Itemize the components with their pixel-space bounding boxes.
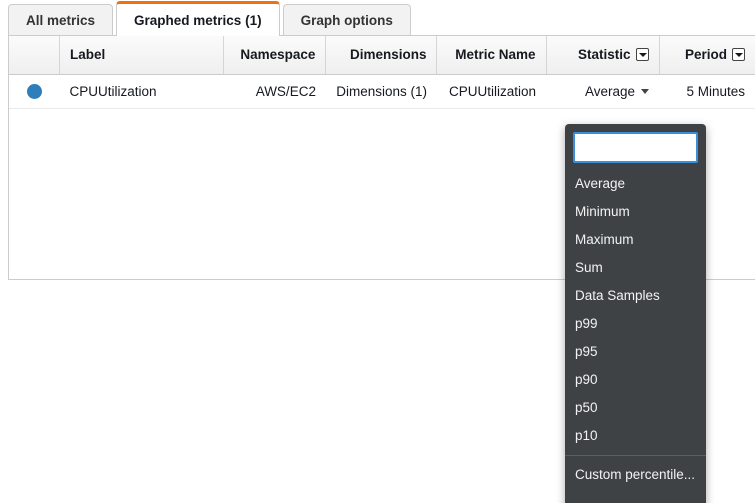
cloudwatch-metrics-panel: All metrics Graphed metrics (1) Graph op… [0,0,755,503]
tab-graphed-metrics[interactable]: Graphed metrics (1) [116,1,280,36]
dropdown-item-p95[interactable]: p95 [565,337,706,365]
row-period-cell[interactable]: 5 Minutes [659,74,755,108]
dropdown-item-label: Minimum [575,204,630,219]
dropdown-item-label: p95 [575,344,598,359]
row-color-cell [9,74,59,108]
dropdown-separator [565,455,706,456]
dropdown-item-label: p50 [575,400,598,415]
row-statistic-cell[interactable]: Average [546,74,659,108]
dropdown-item-label: Custom percentile... [575,467,695,482]
dropdown-item-p90[interactable]: p90 [565,365,706,393]
dropdown-item-data-samples[interactable]: Data Samples [565,281,706,309]
statistic-search-input[interactable] [573,132,698,163]
row-dimensions-cell[interactable]: Dimensions (1) [326,74,437,108]
dropdown-item-p10[interactable]: p10 [565,421,706,449]
chevron-down-icon [641,89,649,94]
column-header-text: Label [70,47,105,62]
column-header-text: Namespace [240,47,315,62]
column-header-text: Dimensions [350,47,427,62]
dropdown-item-p50[interactable]: p50 [565,393,706,421]
tab-label: Graph options [301,13,393,28]
column-header-namespace: Namespace [223,36,326,74]
dropdown-item-label: p90 [575,372,598,387]
column-header-color [9,36,59,74]
dropdown-item-custom-percentile[interactable]: Custom percentile... [565,460,706,488]
tab-strip: All metrics Graphed metrics (1) Graph op… [0,0,755,36]
column-header-text: Statistic [578,47,631,62]
table-row: CPUUtilization AWS/EC2 Dimensions (1) CP… [9,74,755,108]
table-header-row: Label Namespace Dimensions Metric Name S… [9,36,755,74]
dropdown-item-minimum[interactable]: Minimum [565,197,706,225]
dropdown-item-label: p10 [575,428,598,443]
dropdown-item-sum[interactable]: Sum [565,253,706,281]
statistic-select[interactable]: Average [585,84,649,99]
graphed-metrics-table: Label Namespace Dimensions Metric Name S… [9,36,755,109]
column-header-text: Period [685,47,727,62]
series-color-swatch[interactable] [27,84,42,99]
statistic-dropdown-menu: Average Minimum Maximum Sum Data Samples… [565,124,706,503]
period-sort-icon[interactable] [732,48,745,61]
row-namespace-cell: AWS/EC2 [223,74,326,108]
column-header-text: Metric Name [455,47,535,62]
dropdown-item-average[interactable]: Average [565,169,706,197]
column-header-statistic[interactable]: Statistic [546,36,659,74]
tab-all-metrics[interactable]: All metrics [8,4,113,36]
dropdown-search-wrap [565,132,706,169]
tab-label: Graphed metrics (1) [134,13,262,28]
dropdown-item-p99[interactable]: p99 [565,309,706,337]
dropdown-item-label: Average [575,176,625,191]
row-metric-name-cell: CPUUtilization [437,74,546,108]
table-header: Label Namespace Dimensions Metric Name S… [9,36,755,74]
column-header-label: Label [59,36,223,74]
dropdown-item-label: Data Samples [575,288,660,303]
dropdown-item-label: Maximum [575,232,634,247]
statistic-sort-icon[interactable] [636,48,649,61]
dropdown-item-label: p99 [575,316,598,331]
table-body: CPUUtilization AWS/EC2 Dimensions (1) CP… [9,74,755,108]
row-label-cell[interactable]: CPUUtilization [59,74,223,108]
tab-label: All metrics [26,13,95,28]
tab-graph-options[interactable]: Graph options [283,4,411,36]
statistic-value: Average [585,84,635,99]
dropdown-item-maximum[interactable]: Maximum [565,225,706,253]
dropdown-item-label: Sum [575,260,603,275]
column-header-period[interactable]: Period [659,36,755,74]
column-header-dimensions: Dimensions [326,36,437,74]
column-header-metric-name: Metric Name [437,36,546,74]
